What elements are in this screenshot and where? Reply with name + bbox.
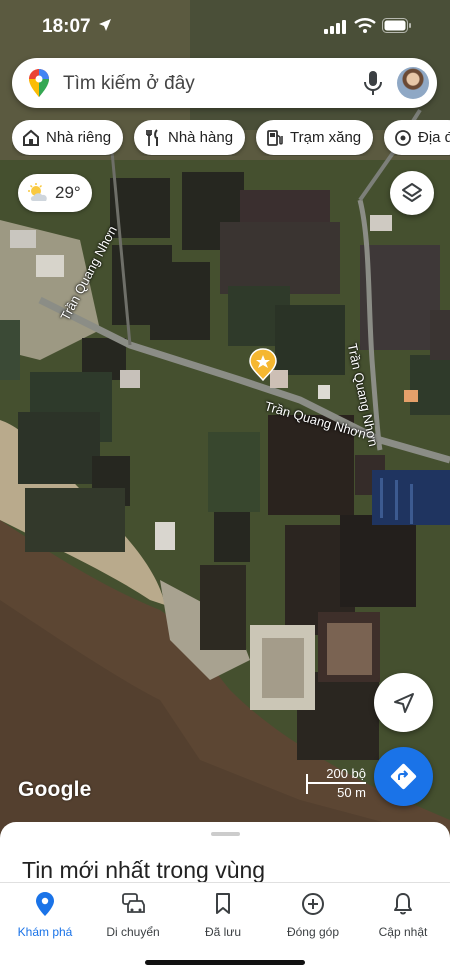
nav-label: Di chuyển <box>106 925 160 939</box>
home-icon <box>23 129 39 146</box>
search-bar[interactable]: Tìm kiếm ở đây <box>12 58 437 108</box>
layers-button[interactable] <box>390 171 434 215</box>
partly-cloudy-icon <box>28 183 47 201</box>
sheet-drag-handle[interactable] <box>211 832 240 836</box>
nav-commute[interactable]: Di chuyển <box>88 891 178 939</box>
bell-icon <box>394 893 412 915</box>
chip-gas-stations[interactable]: Trạm xăng <box>256 120 374 155</box>
location-arrow-icon <box>99 19 111 31</box>
status-time: 18:07 <box>42 16 91 37</box>
google-maps-pin-icon <box>29 69 49 97</box>
landmark-icon <box>395 129 411 146</box>
chip-home[interactable]: Nhà riêng <box>12 120 124 155</box>
add-circle-icon <box>302 893 324 915</box>
scale-imperial: 200 bộ <box>326 766 366 781</box>
directions-icon <box>390 763 417 790</box>
sheet-title: Tin mới nhất trong vùng <box>22 857 266 882</box>
fork-knife-icon <box>146 128 158 146</box>
nav-label: Đóng góp <box>286 925 340 939</box>
car-icon <box>122 893 145 913</box>
weather-chip[interactable]: 29° <box>18 174 92 212</box>
home-indicator[interactable] <box>145 960 305 965</box>
chip-label: Nhà hàng <box>168 129 234 146</box>
status-bar: 18:07 <box>0 0 450 52</box>
chip-label: Địa đ <box>418 129 450 146</box>
nav-label: Đã lưu <box>204 925 242 939</box>
nav-saved[interactable]: Đã lưu <box>178 891 268 939</box>
microphone-icon[interactable] <box>362 70 384 96</box>
bookmark-icon <box>216 893 230 914</box>
temperature: 29° <box>55 183 81 202</box>
nav-contribute[interactable]: Đóng góp <box>268 891 358 939</box>
google-attribution: Google <box>18 778 92 801</box>
chip-label: Trạm xăng <box>290 129 362 146</box>
nav-label: Khám phá <box>17 925 73 939</box>
nav-updates[interactable]: Cập nhật <box>358 891 448 939</box>
scale-metric: 50 m <box>337 785 366 800</box>
chip-label: Nhà riêng <box>46 129 112 146</box>
bottom-sheet[interactable]: Tin mới nhất trong vùng <box>0 822 450 882</box>
my-location-button[interactable] <box>374 673 433 732</box>
navigation-arrow-icon <box>394 693 414 713</box>
nav-label: Cập nhật <box>378 925 428 939</box>
battery-icon <box>382 18 411 33</box>
wifi-icon <box>354 18 376 33</box>
layers-icon <box>402 183 422 202</box>
gas-station-icon <box>267 129 283 146</box>
category-chips: Nhà riêng Nhà hàng Trạm xăng Địa đ <box>12 120 450 156</box>
chip-restaurants[interactable]: Nhà hàng <box>134 120 246 155</box>
avatar[interactable] <box>397 67 429 99</box>
cellular-signal-icon <box>324 20 346 34</box>
nav-explore[interactable]: Khám phá <box>0 891 90 939</box>
explore-pin-icon <box>36 892 54 916</box>
directions-button[interactable] <box>374 747 433 806</box>
chip-landmarks[interactable]: Địa đ <box>384 120 450 155</box>
search-input[interactable]: Tìm kiếm ở đây <box>63 73 195 95</box>
map-scale: 200 bộ 50 m <box>300 764 370 804</box>
